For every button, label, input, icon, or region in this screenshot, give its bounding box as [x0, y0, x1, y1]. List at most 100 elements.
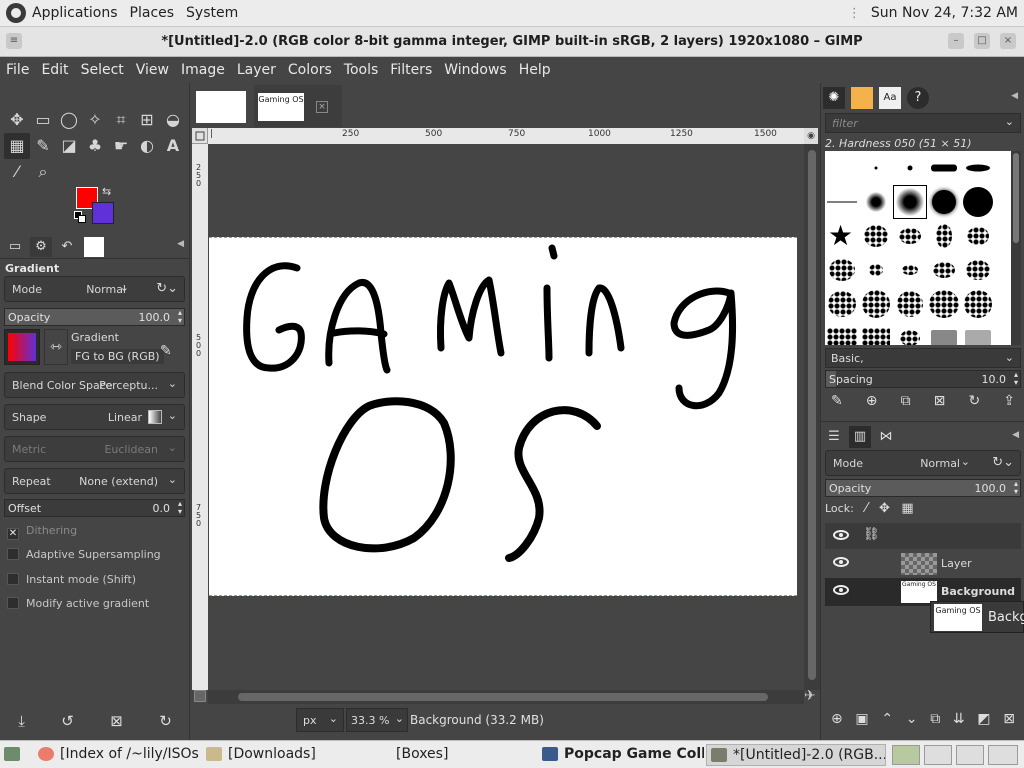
- task-browser[interactable]: [Index of /~lily/ISOs...: [34, 744, 200, 766]
- tab-undo-history[interactable]: ↶: [56, 237, 78, 257]
- dithering-checkbox[interactable]: ✕ Dithering: [7, 524, 77, 540]
- duplicate-layer-icon[interactable]: ⧉: [930, 711, 940, 727]
- brush-item[interactable]: ★: [825, 219, 859, 253]
- task-gimp[interactable]: *[Untitled]-2.0 (RGB...: [706, 744, 886, 766]
- brush-item[interactable]: [859, 185, 893, 219]
- canvas-area[interactable]: | 250 500 750 1000 1250 1500 250 500 750…: [192, 128, 820, 708]
- menu-tools[interactable]: Tools: [344, 62, 379, 78]
- tab-paths[interactable]: ⋈: [875, 426, 897, 448]
- brush-item[interactable]: [893, 219, 927, 253]
- unified-transform-tool-icon[interactable]: ⊞: [134, 107, 160, 133]
- menu-filters[interactable]: Filters: [390, 62, 432, 78]
- refresh-brushes-icon[interactable]: ↻: [968, 393, 980, 409]
- spinner-icon[interactable]: ▴ ▾: [1014, 480, 1018, 496]
- modify-active-gradient-checkbox[interactable]: Modify active gradient: [7, 597, 149, 610]
- menu-view[interactable]: View: [136, 62, 169, 78]
- color-picker-tool-icon[interactable]: ⁄: [4, 159, 30, 185]
- menu-windows[interactable]: Windows: [444, 62, 507, 78]
- eye-icon[interactable]: [833, 585, 849, 595]
- zoom-select[interactable]: 33.3 % ⌄: [346, 708, 408, 732]
- fuzzy-select-tool-icon[interactable]: ✧: [82, 107, 108, 133]
- metric-select[interactable]: Metric Euclidean ⌄: [4, 436, 185, 462]
- brush-item[interactable]: [927, 185, 961, 219]
- menu-colors[interactable]: Colors: [288, 62, 332, 78]
- paintbrush-tool-icon[interactable]: ✎: [30, 133, 56, 159]
- workspace-3[interactable]: [956, 745, 984, 765]
- tab-patterns[interactable]: [851, 87, 873, 109]
- brush-item[interactable]: [961, 287, 995, 321]
- delete-options-icon[interactable]: ⊠: [110, 712, 123, 730]
- workspace-1[interactable]: [892, 745, 920, 765]
- default-colors-icon[interactable]: [74, 211, 86, 223]
- edit-brush-icon[interactable]: ✎: [831, 393, 843, 409]
- lock-position-icon[interactable]: ✥: [879, 501, 890, 516]
- brush-item[interactable]: [893, 253, 927, 287]
- brush-item[interactable]: [927, 287, 961, 321]
- reset-mode-icon[interactable]: ↻⌄: [992, 455, 1014, 470]
- background-color-swatch[interactable]: [92, 202, 114, 224]
- delete-layer-icon[interactable]: ⊠: [1003, 711, 1015, 727]
- workspace-4[interactable]: [988, 745, 1018, 765]
- mode-select[interactable]: Mode Normal ⌄ ↻⌄: [4, 276, 185, 302]
- task-popcap[interactable]: Popcap Game Colle...: [538, 744, 704, 766]
- image-canvas[interactable]: [209, 237, 797, 596]
- menu-edit[interactable]: Edit: [41, 62, 68, 78]
- brush-item[interactable]: [859, 287, 893, 321]
- clone-tool-icon[interactable]: ♣: [82, 133, 108, 159]
- dock-menu-icon[interactable]: ◀: [1011, 91, 1018, 101]
- workspace-2[interactable]: [924, 745, 952, 765]
- canvas-menu-icon[interactable]: ◉: [804, 128, 818, 144]
- new-layer-group-icon[interactable]: ▣: [855, 711, 868, 727]
- brush-item[interactable]: [825, 185, 859, 219]
- tab-fonts[interactable]: Aa: [879, 87, 901, 109]
- raise-layer-icon[interactable]: ⌃: [881, 711, 893, 727]
- brush-item[interactable]: [859, 253, 893, 287]
- brush-item[interactable]: [927, 253, 961, 287]
- tab-channels[interactable]: ▥: [849, 426, 871, 448]
- duplicate-brush-icon[interactable]: ⧉: [901, 393, 911, 409]
- brush-item[interactable]: [927, 151, 961, 185]
- reset-options-icon[interactable]: ↻: [159, 712, 172, 730]
- brush-item[interactable]: [859, 321, 893, 345]
- clock[interactable]: Sun Nov 24, 7:32 AM: [871, 5, 1018, 21]
- opacity-slider[interactable]: Opacity 100.0 ▴ ▾: [4, 308, 185, 326]
- chain-icon[interactable]: ⛓: [863, 527, 880, 542]
- brush-item[interactable]: [825, 253, 859, 287]
- image-tab-1[interactable]: [192, 89, 252, 125]
- brush-item[interactable]: [961, 321, 995, 345]
- lock-pixels-icon[interactable]: ⁄: [865, 501, 867, 516]
- adaptive-supersampling-checkbox[interactable]: Adaptive Supersampling: [7, 548, 161, 561]
- ruler-corner[interactable]: [192, 128, 208, 144]
- brush-item[interactable]: [859, 219, 893, 253]
- tab-layers[interactable]: ☰: [823, 426, 845, 448]
- tab-tool-options[interactable]: ▭: [4, 237, 26, 257]
- brush-item[interactable]: [927, 219, 961, 253]
- tab-device-status[interactable]: ⚙: [30, 237, 52, 257]
- dock-menu-icon[interactable]: ◀: [177, 239, 184, 249]
- warp-tool-icon[interactable]: ◒: [160, 107, 186, 133]
- window-title-bar[interactable]: ≡ *[Untitled]-2.0 (RGB color 8-bit gamma…: [0, 27, 1024, 57]
- zoom-tool-icon[interactable]: ⌕: [30, 159, 56, 185]
- maximize-button[interactable]: □: [974, 33, 990, 49]
- brush-item[interactable]: [961, 151, 995, 185]
- menu-file[interactable]: File: [6, 62, 29, 78]
- brush-item[interactable]: [961, 219, 995, 253]
- reverse-gradient-icon[interactable]: ⇿: [44, 329, 68, 365]
- spinner-icon[interactable]: ▴ ▾: [178, 500, 182, 516]
- gradient-name[interactable]: FG to BG (RGB): [71, 349, 164, 364]
- instant-mode-checkbox[interactable]: Instant mode (Shift): [7, 573, 136, 586]
- gradient-preview[interactable]: [4, 329, 40, 365]
- layer-mode-select[interactable]: Mode Normal ⌄ ↻⌄: [825, 450, 1021, 476]
- brush-preset-select[interactable]: Basic, ⌄: [825, 348, 1021, 368]
- brush-item[interactable]: [961, 185, 995, 219]
- eraser-tool-icon[interactable]: ◪: [56, 133, 82, 159]
- menu-image[interactable]: Image: [181, 62, 225, 78]
- layer-opacity-slider[interactable]: Opacity 100.0 ▴ ▾: [825, 479, 1021, 497]
- blend-color-space-select[interactable]: Blend Color Space Perceptu... ⌄: [4, 372, 185, 398]
- minimize-button[interactable]: –: [948, 33, 964, 49]
- unit-select[interactable]: px ⌄: [296, 708, 344, 732]
- brush-item[interactable]: [893, 287, 927, 321]
- eye-icon[interactable]: [833, 530, 849, 540]
- brush-item[interactable]: [825, 287, 859, 321]
- dock-menu-icon[interactable]: ◀: [1012, 430, 1019, 440]
